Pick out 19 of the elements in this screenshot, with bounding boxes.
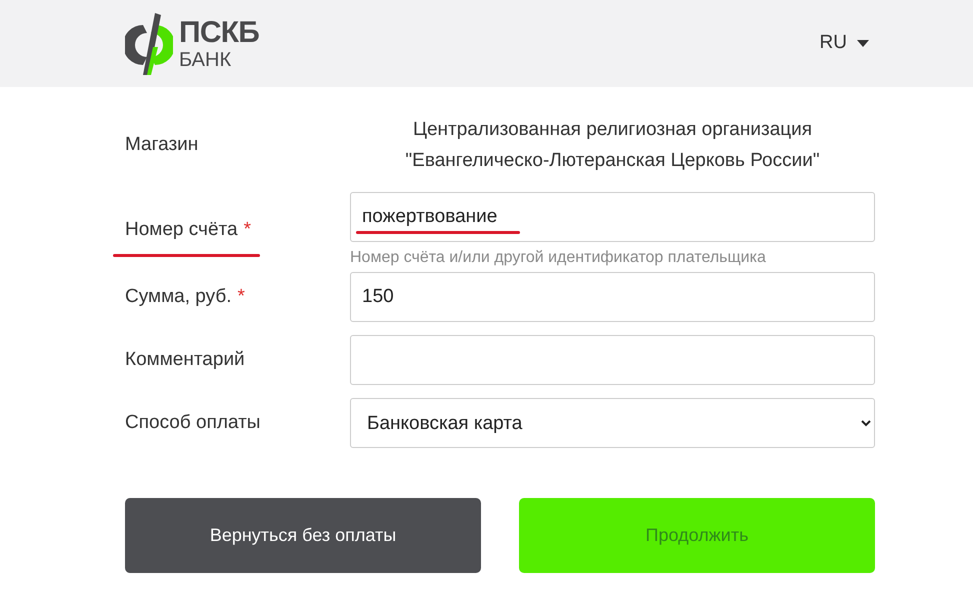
logo-text: ПСКБ [179,18,260,48]
input-field[interactable] [350,335,875,385]
shop-name: Централизованная религиозная организация "Евангелическо-Лютеранская Церковь России" [404,118,821,173]
required-mark: * [238,286,245,307]
field-label: Комментарий [125,348,245,370]
field-label: Номер счёта [125,218,238,240]
field-label: Способ оплаты [125,412,260,433]
logo-subtext: БАНК [179,50,232,70]
back-button[interactable]: Вернуться без оплаты [125,498,481,573]
payment-method-select[interactable]: Банковская карта [350,398,875,448]
input-field[interactable]: пожертвование [350,192,875,242]
field-label: Сумма, руб. [125,286,232,307]
required-mark: * [244,218,251,240]
input-field[interactable]: 150 [350,272,875,322]
caret-icon [857,40,869,48]
field-hint: Номер счёта и/или другой идентификатор плательщика [350,248,767,268]
logo-icon [125,12,173,74]
language-dropdown[interactable]: RU [820,29,869,58]
field-label: Магазин [125,134,198,155]
